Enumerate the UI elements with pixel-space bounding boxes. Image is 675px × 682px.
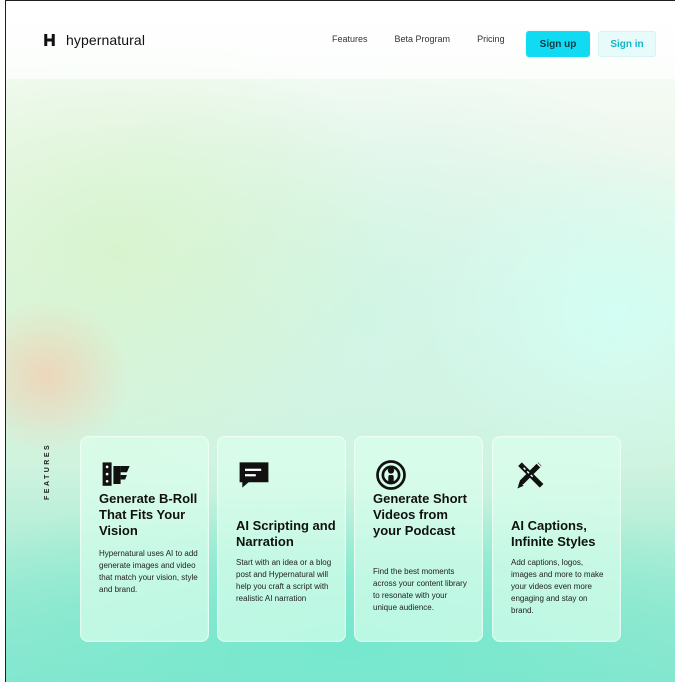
brand-logo[interactable]: hypernatural xyxy=(42,31,145,49)
film-reel-icon xyxy=(102,462,130,486)
design-tools-icon xyxy=(517,462,544,489)
feature-description: Add captions, logos, images and more to … xyxy=(511,558,604,615)
page-frame: hypernatural Features Beta Program Prici… xyxy=(5,0,675,682)
feature-title: AI Scripting and Narration xyxy=(236,518,336,549)
nav-features[interactable]: Features xyxy=(332,34,368,44)
speech-bubble-icon xyxy=(239,462,269,488)
feature-title: Generate B-Roll That Fits Your Vision xyxy=(99,491,198,538)
signin-button[interactable]: Sign in xyxy=(598,31,656,57)
podcast-icon xyxy=(376,460,406,490)
site-header: hypernatural Features Beta Program Prici… xyxy=(6,1,675,79)
feature-card-scripting[interactable]: AI Scripting and Narration Start with an… xyxy=(217,436,346,642)
features-section-label: FEATURES xyxy=(44,442,51,500)
main-navigation: Features Beta Program Pricing xyxy=(332,34,505,44)
nav-beta-program[interactable]: Beta Program xyxy=(395,34,451,44)
brand-name: hypernatural xyxy=(66,32,146,48)
signup-button[interactable]: Sign up xyxy=(526,31,590,57)
feature-card-podcast[interactable]: Generate Short Videos from your Podcast … xyxy=(354,436,483,642)
feature-card-captions[interactable]: AI Captions, Infinite Styles Add caption… xyxy=(492,436,621,642)
feature-description: Hypernatural uses AI to add generate ima… xyxy=(99,549,198,594)
feature-description: Start with an idea or a blog post and Hy… xyxy=(236,558,332,603)
feature-card-broll[interactable]: Generate B-Roll That Fits Your Vision Hy… xyxy=(80,436,209,642)
feature-description: Find the best moments across your conten… xyxy=(373,567,467,612)
hypernatural-logo-icon xyxy=(44,34,55,46)
feature-title: Generate Short Videos from your Podcast xyxy=(373,491,467,538)
feature-title: AI Captions, Infinite Styles xyxy=(511,518,596,549)
nav-pricing[interactable]: Pricing xyxy=(477,34,505,44)
